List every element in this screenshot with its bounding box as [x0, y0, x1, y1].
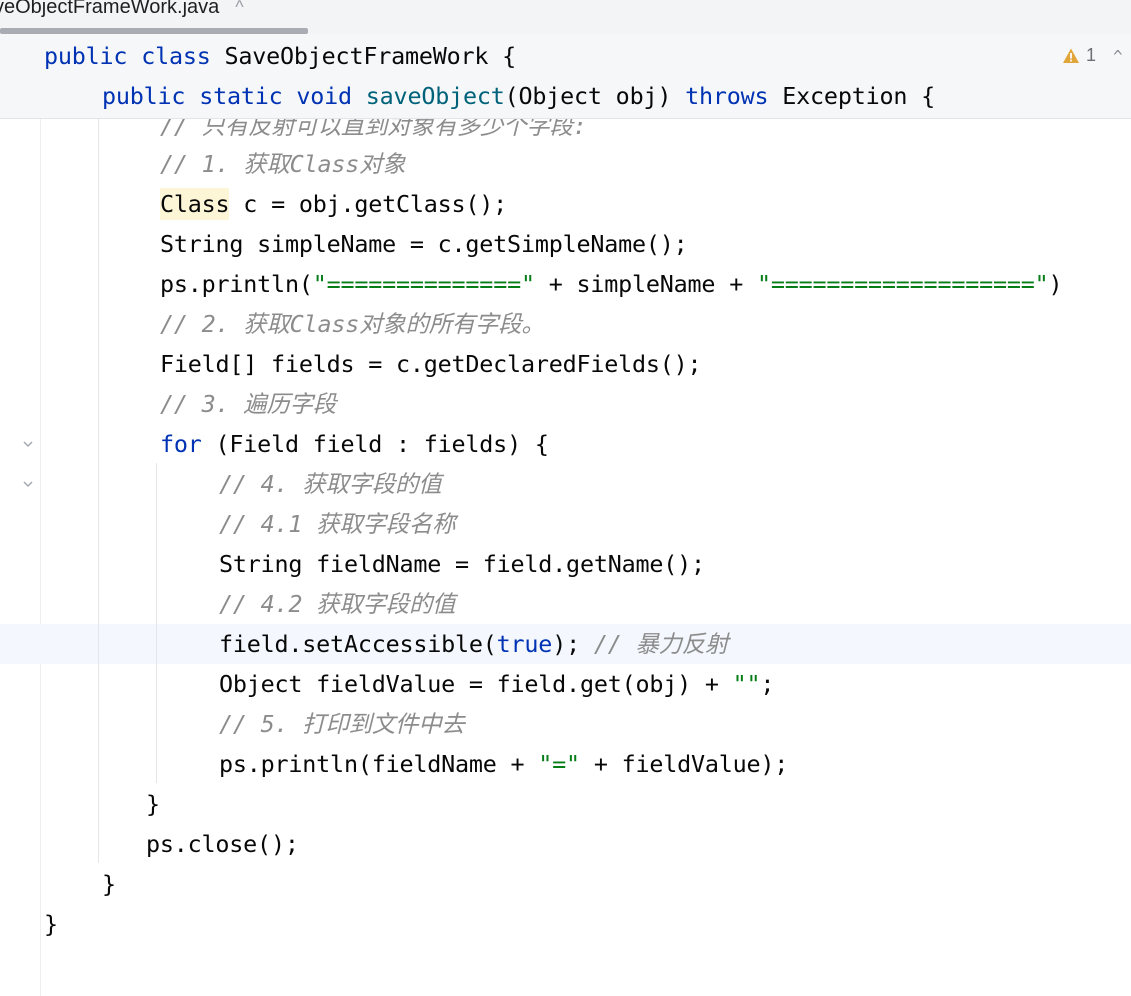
code-text: } — [146, 790, 160, 818]
comment: // 3. 遍历字段 — [160, 390, 337, 418]
keyword: for — [160, 430, 202, 458]
code-text: Exception { — [768, 82, 935, 110]
editor-tab[interactable]: veObjectFrameWork.java ^ — [0, 0, 244, 22]
warning-icon — [1062, 47, 1080, 65]
code-text: } — [44, 910, 58, 938]
code-line[interactable]: // 5. 打印到文件中去 — [219, 704, 465, 744]
keyword: throws — [685, 82, 769, 110]
code-text: field.setAccessible( — [219, 630, 497, 658]
string-literal: "" — [732, 670, 761, 698]
code-line[interactable]: // 4. 获取字段的值 — [219, 464, 442, 504]
code-line[interactable]: String simpleName = c.getSimpleName(); — [160, 224, 688, 264]
code-line[interactable]: // 3. 遍历字段 — [160, 384, 336, 424]
code-line[interactable]: ps.println(fieldName + "=" + fieldValue)… — [219, 744, 788, 784]
code-text: Field[] fields = c.getDeclaredFields(); — [160, 350, 702, 378]
code-line[interactable]: // 4.2 获取字段的值 — [219, 584, 456, 624]
sticky-scroll-header: public class SaveObjectFrameWork { publi… — [0, 34, 1131, 119]
keyword: public — [102, 82, 186, 110]
code-text: (Object obj) — [504, 82, 686, 110]
gutter-divider — [40, 118, 41, 996]
code-text: c = obj.getClass(); — [229, 190, 508, 218]
code-line[interactable]: Field[] fields = c.getDeclaredFields(); — [160, 344, 702, 384]
code-line[interactable]: public static void saveObject(Object obj… — [102, 76, 935, 116]
inspection-widget[interactable]: 1 — [1062, 45, 1096, 66]
comment: // 4.1 获取字段名称 — [219, 510, 456, 538]
fold-icon[interactable] — [20, 436, 36, 452]
tab-title: veObjectFrameWork.java — [0, 0, 220, 18]
comment: // 4. 获取字段的值 — [219, 470, 442, 498]
code-text: ps.println(fieldName + — [219, 750, 539, 778]
string-literal: "=" — [538, 750, 580, 778]
comment: // 4.2 获取字段的值 — [219, 590, 456, 618]
comment: // 1. 获取Class对象 — [160, 150, 406, 178]
code-text: ps.close(); — [146, 830, 299, 858]
indent-guide — [156, 463, 157, 783]
code-line[interactable]: String fieldName = field.getName(); — [219, 544, 705, 584]
code-line[interactable]: Class c = obj.getClass(); — [160, 184, 507, 224]
code-text: String simpleName = c.getSimpleName(); — [160, 230, 688, 258]
code-line[interactable]: field.setAccessible(true); // 暴力反射 — [219, 624, 728, 664]
code-text: ) — [1048, 270, 1063, 298]
chevron-up-icon[interactable]: ^ — [1113, 47, 1123, 66]
keyword: static — [199, 82, 283, 110]
fold-icon[interactable] — [20, 476, 36, 492]
string-literal: "===================" — [756, 270, 1049, 298]
comment: // 5. 打印到文件中去 — [219, 710, 465, 738]
code-text: + fieldValue); — [579, 750, 789, 778]
highlighted-usage: Class — [160, 188, 230, 220]
code-line[interactable]: ps.println("==============" + simpleName… — [160, 264, 1063, 304]
code-text: ; — [760, 670, 775, 698]
code-text: { — [488, 42, 517, 70]
editor-tab-bar: veObjectFrameWork.java ^ — [0, 0, 1131, 34]
code-text: (Field field : fields) { — [201, 430, 549, 458]
class-name: SaveObjectFrameWork — [224, 42, 489, 70]
keyword: true — [496, 630, 553, 658]
indent-guide — [98, 118, 99, 863]
code-line[interactable]: } — [44, 904, 58, 944]
keyword: void — [296, 82, 352, 110]
code-line[interactable]: } — [102, 864, 116, 904]
code-text: ps.println( — [160, 270, 313, 298]
method-name: saveObject — [365, 82, 505, 110]
code-line[interactable]: Object fieldValue = field.get(obj) + ""; — [219, 664, 775, 704]
code-line[interactable]: // 1. 获取Class对象 — [160, 144, 406, 184]
comment: // 2. 获取Class对象的所有字段。 — [160, 310, 545, 338]
code-text: String fieldName = field.getName(); — [219, 550, 705, 578]
code-text: Object fieldValue = field.get(obj) + — [219, 670, 733, 698]
comment: // 暴力反射 — [593, 630, 729, 658]
keyword: public — [44, 42, 128, 70]
code-line[interactable]: for (Field field : fields) { — [160, 424, 549, 464]
code-line[interactable]: ps.close(); — [146, 824, 299, 864]
code-line[interactable]: // 4.1 获取字段名称 — [219, 504, 456, 544]
code-line[interactable]: // 2. 获取Class对象的所有字段。 — [160, 304, 545, 344]
code-text: + simpleName + — [534, 270, 757, 298]
code-line[interactable]: } — [146, 784, 160, 824]
warning-count: 1 — [1086, 45, 1097, 65]
code-text: } — [102, 870, 116, 898]
code-line[interactable]: public class SaveObjectFrameWork { — [44, 36, 516, 76]
string-literal: "==============" — [312, 270, 535, 298]
chevron-up-icon[interactable]: ^ — [235, 0, 243, 18]
keyword: class — [141, 42, 211, 70]
code-text: ); — [552, 630, 594, 658]
